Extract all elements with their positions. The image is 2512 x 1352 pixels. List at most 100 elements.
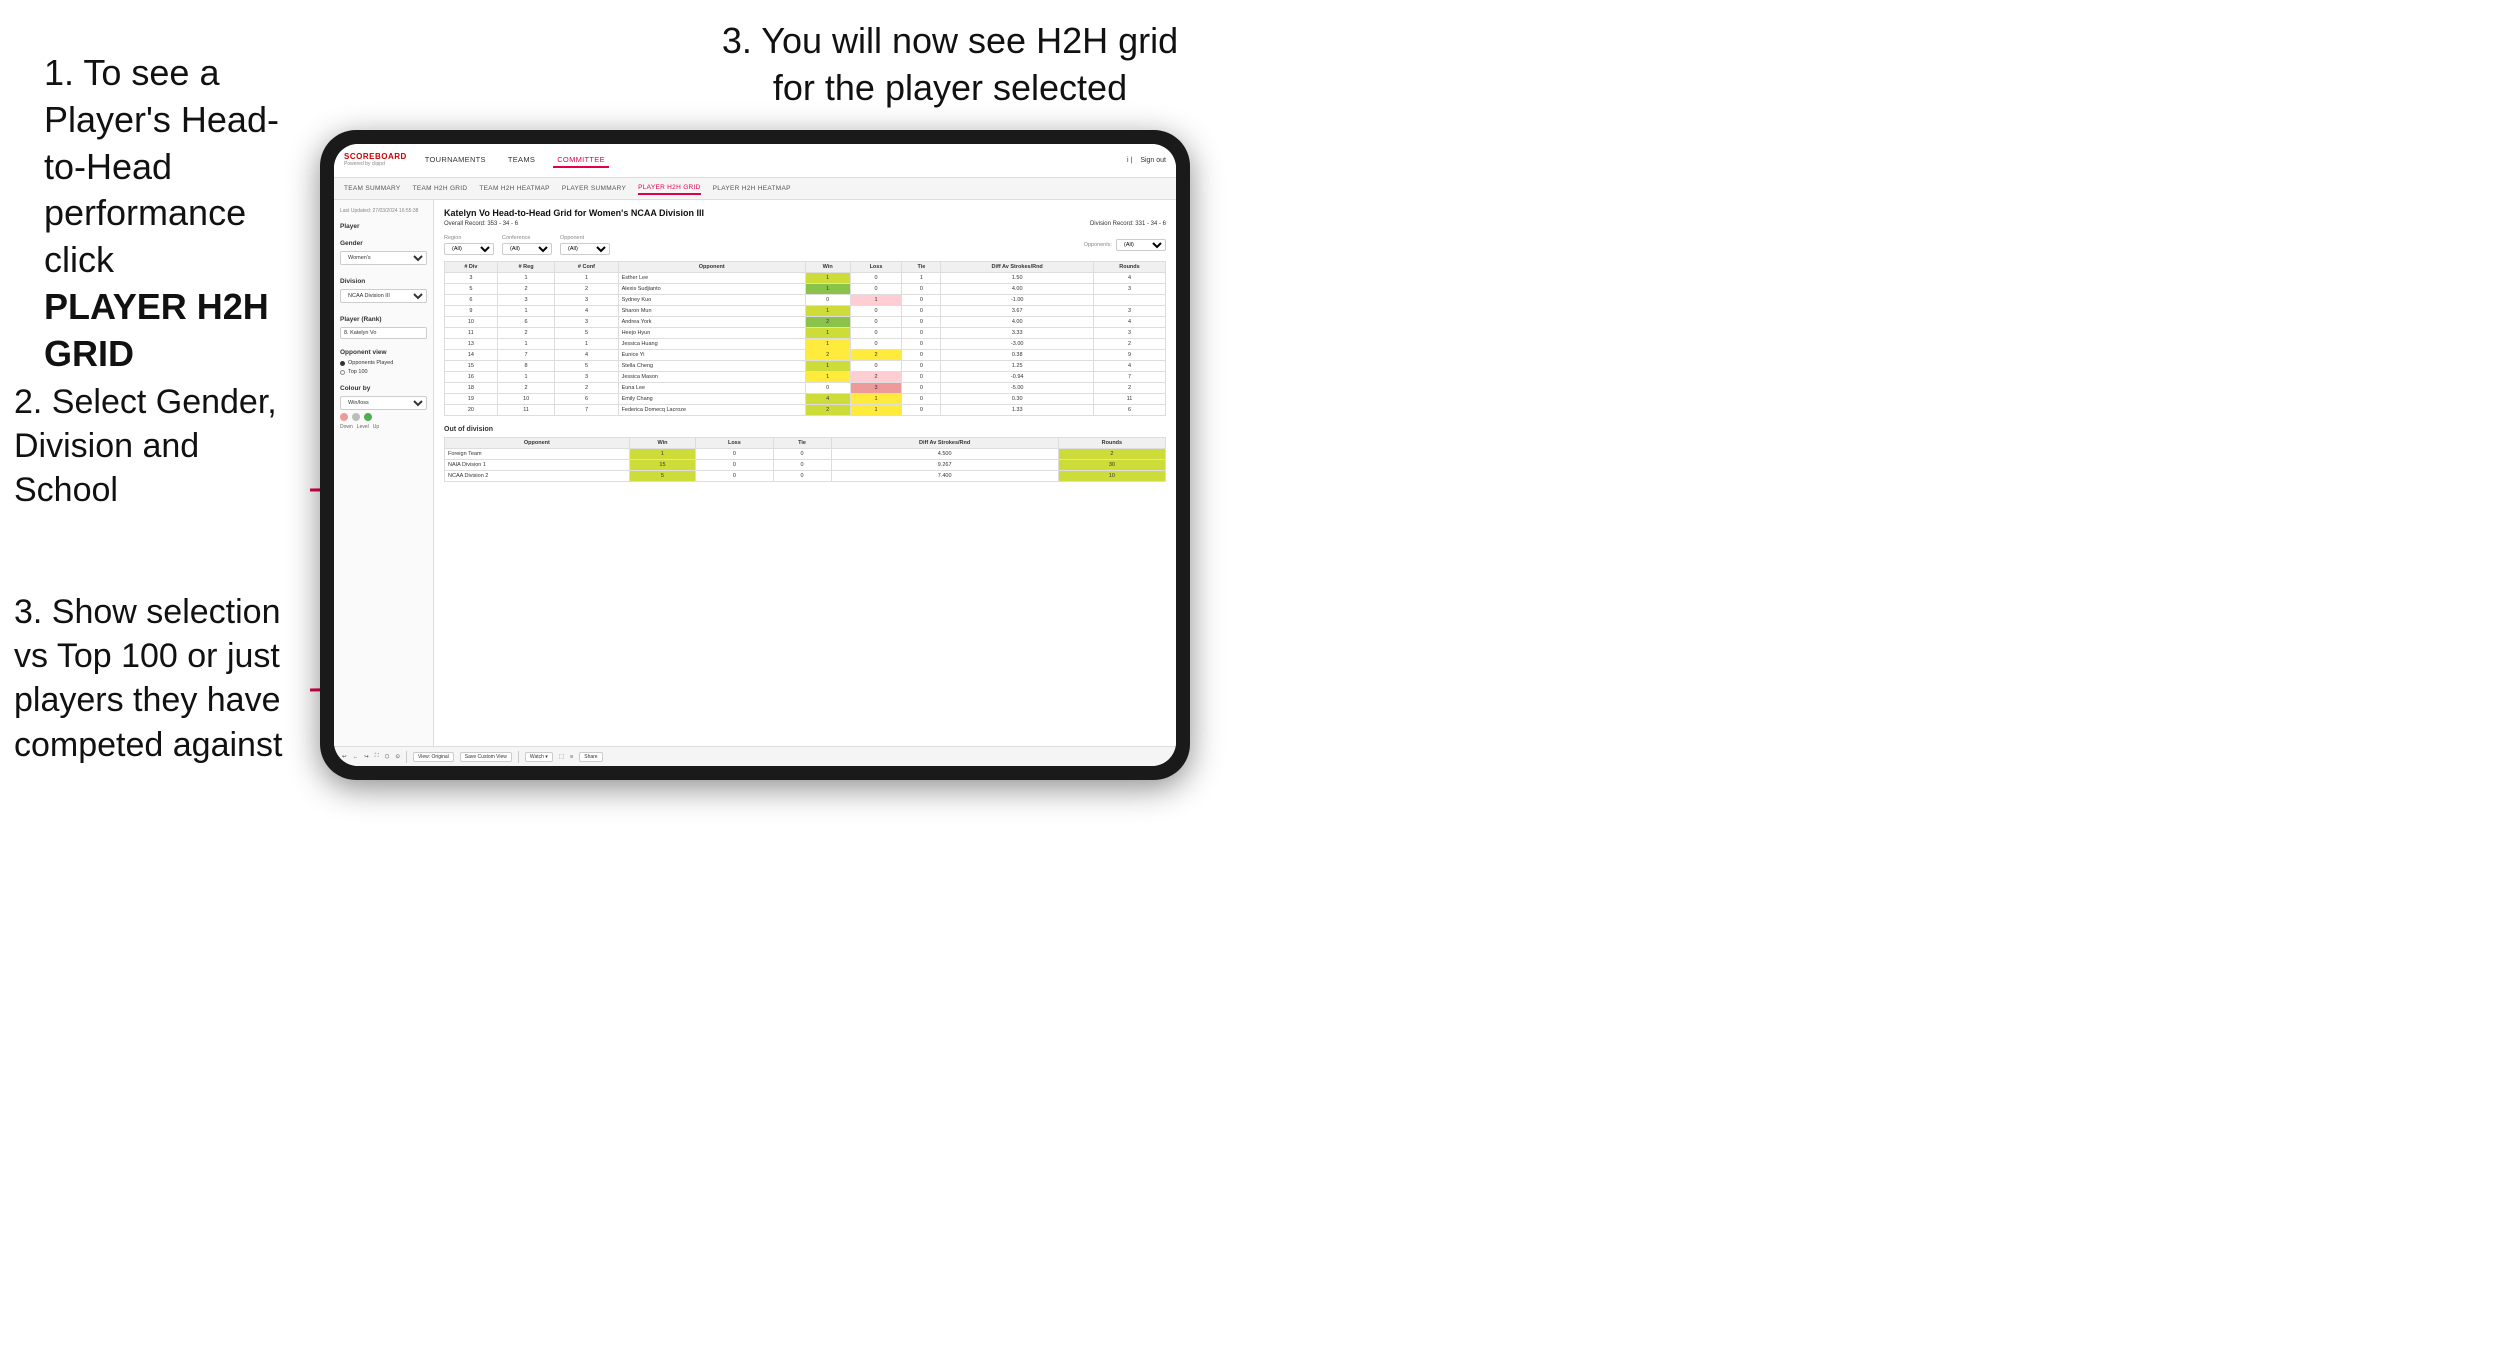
table-row: 19 10 6 Emily Chang 4 1 0 0.30 11: [445, 394, 1166, 405]
th-diff: Diff Av Strokes/Rnd: [941, 262, 1094, 273]
ood-th-loss: Loss: [696, 438, 773, 449]
radio-dot-opponents: [340, 361, 345, 366]
table-row: 16 1 3 Jessica Mason 1 2 0 -0.94 7: [445, 372, 1166, 383]
filter-region: Region (All): [444, 235, 494, 255]
opponents-select[interactable]: (All): [1116, 239, 1166, 251]
sign-out-link[interactable]: Sign out: [1140, 157, 1166, 164]
table-row: 13 1 1 Jessica Huang 1 0 0 -3.00 2: [445, 339, 1166, 350]
opponent-select[interactable]: (All): [560, 243, 610, 255]
records-row: Overall Record: 353 - 34 - 6 Division Re…: [444, 221, 1166, 227]
toolbar-share[interactable]: Share: [579, 752, 602, 762]
tablet-screen: SCOREBOARD Powered by clippd TOURNAMENTS…: [334, 144, 1176, 766]
table-row: 20 11 7 Federica Domecq Lacroze 2 1 0 1.…: [445, 405, 1166, 416]
nav-right: i | Sign out: [1127, 157, 1166, 164]
colour-dot-up: [364, 413, 372, 421]
filters-row: Region (All) Conference (All) Opponent: [444, 235, 1166, 255]
toolbar-undo[interactable]: ↩: [342, 754, 347, 760]
toolbar-export[interactable]: ⬡: [385, 754, 390, 760]
colour-dot-level: [352, 413, 360, 421]
toolbar-view-original[interactable]: View: Original: [413, 752, 454, 762]
table-row: 15 8 5 Stella Cheng 1 0 0 1.25 4: [445, 361, 1166, 372]
logo: SCOREBOARD Powered by clippd: [344, 153, 407, 167]
division-record: Division Record: 331 - 34 - 6: [1090, 221, 1166, 227]
gender-label: Gender: [340, 240, 427, 247]
opponent-radio-group: Opponents Played Top 100: [340, 360, 427, 375]
toolbar-back[interactable]: ←: [353, 754, 359, 760]
nav-committee[interactable]: COMMITTEE: [553, 153, 609, 168]
player-rank-value[interactable]: 8. Katelyn Vo: [340, 327, 427, 339]
nav-tournaments[interactable]: TOURNAMENTS: [421, 153, 490, 168]
sub-nav-player-summary[interactable]: PLAYER SUMMARY: [562, 183, 626, 194]
bottom-toolbar: ↩ ← ↪ ⛶ ⬡ ⊙ View: Original Save Custom V…: [334, 746, 1176, 766]
player-section: Player: [340, 223, 427, 230]
radio-top-100[interactable]: Top 100: [340, 369, 427, 375]
th-tie: Tie: [902, 262, 941, 273]
timestamp: Last Updated: 27/03/2024 16:55:38: [340, 208, 427, 215]
toolbar-icon-1[interactable]: ⬚: [559, 754, 564, 760]
table-row: 18 2 2 Euna Lee 0 3 0 -5.00 2: [445, 383, 1166, 394]
th-reg: # Reg: [497, 262, 555, 273]
toolbar-save-custom[interactable]: Save Custom View: [460, 752, 512, 762]
table-row: 5 2 2 Alexis Sudjianto 1 0 0 4.00 3: [445, 284, 1166, 295]
table-row: 9 1 4 Sharon Mun 1 0 0 3.67 3: [445, 306, 1166, 317]
top-right-instruction: 3. You will now see H2H grid for the pla…: [720, 18, 1180, 112]
nav-links: TOURNAMENTS TEAMS COMMITTEE: [421, 153, 1127, 168]
radio-dot-top100: [340, 370, 345, 375]
table-row: 14 7 4 Eunice Yi 2 2 0 0.38 9: [445, 350, 1166, 361]
sub-nav-player-h2h-heatmap[interactable]: PLAYER H2H HEATMAP: [713, 183, 791, 194]
toolbar-sep-2: [518, 751, 519, 763]
colour-section: Colour by Win/loss Down Level Up: [340, 385, 427, 430]
colour-by-label: Colour by: [340, 385, 427, 392]
table-row: 10 6 3 Andrea York 2 0 0 4.00 4: [445, 317, 1166, 328]
left-instruction-2: 2. Select Gender, Division and School: [14, 380, 304, 513]
th-conf: # Conf: [555, 262, 618, 273]
out-of-division-table: Opponent Win Loss Tie Diff Av Strokes/Rn…: [444, 437, 1166, 482]
toolbar-watch[interactable]: Watch ▾: [525, 752, 553, 762]
ood-th-win: Win: [629, 438, 695, 449]
table-row: 6 3 3 Sydney Kuo 0 1 0 -1.00: [445, 295, 1166, 306]
ood-table-row: NCAA Division 2 5 0 0 7.400 10: [445, 471, 1166, 482]
gender-select[interactable]: Women's Men's: [340, 251, 427, 265]
table-row: 11 2 5 Heejo Hyun 1 0 0 3.33 3: [445, 328, 1166, 339]
nav-teams[interactable]: TEAMS: [504, 153, 539, 168]
overall-record: Overall Record: 353 - 34 - 6: [444, 221, 518, 227]
colour-legend-dots: [340, 413, 427, 421]
th-loss: Loss: [850, 262, 902, 273]
filter-opponent: Opponent (All): [560, 235, 610, 255]
toolbar-icon-2[interactable]: ≡: [570, 754, 573, 760]
data-area: Katelyn Vo Head-to-Head Grid for Women's…: [434, 200, 1176, 746]
division-select[interactable]: NCAA Division III NCAA Division I NCAA D…: [340, 289, 427, 303]
sub-nav-team-summary[interactable]: TEAM SUMMARY: [344, 183, 401, 194]
radio-opponents-played[interactable]: Opponents Played: [340, 360, 427, 366]
main-content: Last Updated: 27/03/2024 16:55:38 Player…: [334, 200, 1176, 746]
th-opponent: Opponent: [618, 262, 805, 273]
ood-th-tie: Tie: [773, 438, 831, 449]
player-rank-section: Player (Rank) 8. Katelyn Vo: [340, 316, 427, 339]
th-div: # Div: [445, 262, 498, 273]
division-section: Division NCAA Division III NCAA Division…: [340, 278, 427, 306]
region-select[interactable]: (All): [444, 243, 494, 255]
sub-nav-team-h2h-grid[interactable]: TEAM H2H GRID: [413, 183, 468, 194]
filter-opponents: Opponents: (All): [1084, 239, 1166, 251]
table-row: 3 1 1 Esther Lee 1 0 1 1.50 4: [445, 273, 1166, 284]
nav-bar: SCOREBOARD Powered by clippd TOURNAMENTS…: [334, 144, 1176, 178]
player-label: Player: [340, 223, 427, 230]
toolbar-expand[interactable]: ⛶: [375, 753, 379, 760]
ood-table-row: NAIA Division 1 15 0 0 9.267 30: [445, 460, 1166, 471]
sub-nav-player-h2h-grid[interactable]: PLAYER H2H GRID: [638, 182, 701, 195]
conference-select[interactable]: (All): [502, 243, 552, 255]
toolbar-refresh[interactable]: ⊙: [395, 754, 400, 760]
ood-table-row: Foreign Team 1 0 0 4.500 2: [445, 449, 1166, 460]
toolbar-sep-1: [406, 751, 407, 763]
colour-by-select[interactable]: Win/loss: [340, 396, 427, 410]
toolbar-redo[interactable]: ↪: [364, 754, 369, 760]
ood-th-rounds: Rounds: [1058, 438, 1165, 449]
sub-nav-team-h2h-heatmap[interactable]: TEAM H2H HEATMAP: [479, 183, 549, 194]
ood-th-diff: Diff Av Strokes/Rnd: [831, 438, 1058, 449]
player-rank-label: Player (Rank): [340, 316, 427, 323]
colour-dot-down: [340, 413, 348, 421]
gender-section: Gender Women's Men's: [340, 240, 427, 268]
sub-nav: TEAM SUMMARY TEAM H2H GRID TEAM H2H HEAT…: [334, 178, 1176, 200]
tablet-frame: SCOREBOARD Powered by clippd TOURNAMENTS…: [320, 130, 1190, 780]
out-of-division-title: Out of division: [444, 426, 1166, 433]
